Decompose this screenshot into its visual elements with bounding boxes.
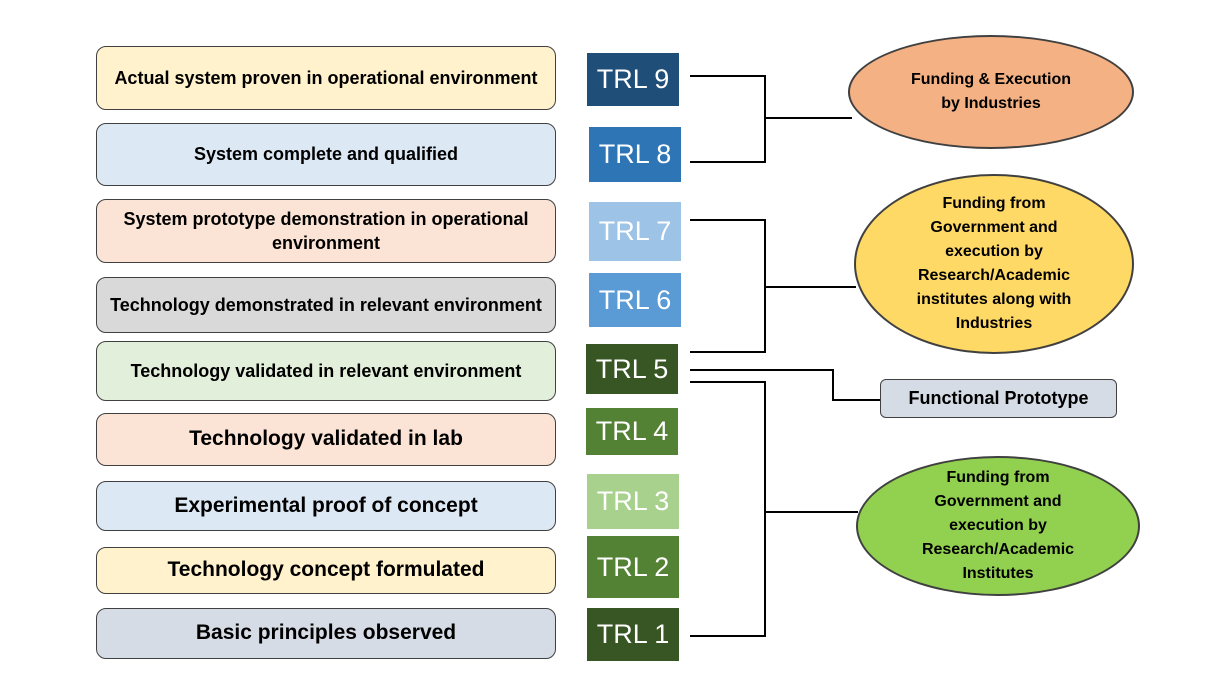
bracket-trl5-1 bbox=[690, 381, 858, 637]
trl-3-label: TRL 3 bbox=[587, 474, 679, 529]
level-8-description: System complete and qualified bbox=[96, 123, 556, 186]
trl-5-label: TRL 5 bbox=[586, 344, 678, 394]
group-government-industry-funding: Funding from Government and execution by… bbox=[854, 174, 1134, 354]
trl-7-label: TRL 7 bbox=[589, 202, 681, 261]
level-7-description: System prototype demonstration in operat… bbox=[96, 199, 556, 263]
level-2-description: Technology concept formulated bbox=[96, 547, 556, 594]
trl-9-label: TRL 9 bbox=[587, 53, 679, 106]
trl-4-label: TRL 4 bbox=[586, 408, 678, 455]
level-6-description: Technology demonstrated in relevant envi… bbox=[96, 277, 556, 333]
bracket-trl9-8 bbox=[690, 75, 852, 163]
group-government-academic-funding: Funding from Government and execution by… bbox=[856, 456, 1140, 596]
trl-diagram: Actual system proven in operational envi… bbox=[0, 0, 1227, 696]
level-3-description: Experimental proof of concept bbox=[96, 481, 556, 531]
connector-functional-prototype bbox=[690, 369, 880, 401]
trl-8-label: TRL 8 bbox=[589, 127, 681, 182]
level-4-description: Technology validated in lab bbox=[96, 413, 556, 466]
bracket-trl7-5 bbox=[690, 219, 856, 353]
group-industry-funding: Funding & Execution by Industries bbox=[848, 35, 1134, 149]
level-5-description: Technology validated in relevant environ… bbox=[96, 341, 556, 401]
level-9-description: Actual system proven in operational envi… bbox=[96, 46, 556, 110]
functional-prototype-label: Functional Prototype bbox=[880, 379, 1117, 418]
trl-6-label: TRL 6 bbox=[589, 273, 681, 327]
trl-2-label: TRL 2 bbox=[587, 536, 679, 598]
trl-1-label: TRL 1 bbox=[587, 608, 679, 661]
level-1-description: Basic principles observed bbox=[96, 608, 556, 659]
